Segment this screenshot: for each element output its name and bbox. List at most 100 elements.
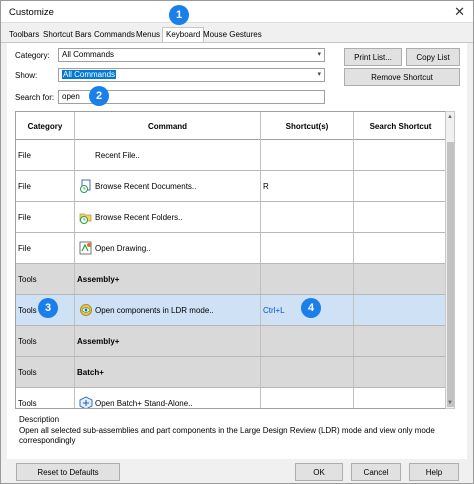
- col-shortcuts[interactable]: Shortcut(s): [261, 112, 354, 140]
- table-row-selected[interactable]: Tools Open components in LDR mode.. Ctrl…: [16, 295, 445, 326]
- recent-folders-icon: [79, 213, 92, 224]
- tab-keyboard[interactable]: Keyboard: [162, 27, 205, 43]
- description-label: Description: [19, 415, 60, 424]
- title-bar: Customize ✕: [1, 1, 473, 23]
- table-scrollbar[interactable]: ▲ ▼: [445, 111, 455, 409]
- scroll-down-icon[interactable]: ▼: [447, 400, 453, 406]
- row-command: Browse Recent Documents..: [75, 171, 261, 201]
- table-group-row[interactable]: Tools Assembly+: [16, 326, 445, 357]
- table-header: Category Command Shortcut(s) Search Shor…: [16, 112, 445, 140]
- category-select[interactable]: All Commands ▾: [58, 48, 325, 62]
- row-search-shortcut: [354, 202, 445, 232]
- col-category[interactable]: Category: [16, 112, 75, 140]
- description-text: Open all selected sub-assemblies and par…: [19, 426, 435, 445]
- open-drawing-icon: [79, 241, 92, 255]
- row-command: Open Batch+ Stand-Alone..: [75, 388, 261, 408]
- row-shortcut: [261, 264, 354, 294]
- row-shortcut[interactable]: R: [261, 171, 354, 201]
- row-search-shortcut: [354, 140, 445, 170]
- command-label: Open Batch+ Stand-Alone..: [95, 399, 193, 408]
- row-shortcut: [261, 357, 354, 387]
- category-value: All Commands: [62, 50, 115, 59]
- table-row[interactable]: File Browse Recent Folders..: [16, 202, 445, 233]
- group-label: Assembly+: [77, 337, 120, 346]
- group-label: Batch+: [77, 368, 104, 377]
- callout-badge: 3: [38, 298, 58, 318]
- table-row[interactable]: File Open Drawing..: [16, 233, 445, 264]
- row-search-shortcut: [354, 171, 445, 201]
- tab-toolbars[interactable]: Toolbars: [9, 30, 39, 39]
- row-category: Tools: [16, 326, 75, 356]
- remove-shortcut-button[interactable]: Remove Shortcut: [344, 68, 460, 86]
- table-group-row[interactable]: Tools Batch+: [16, 357, 445, 388]
- row-category: Tools: [16, 264, 75, 294]
- row-category: File: [16, 140, 75, 170]
- row-command: Open Drawing..: [75, 233, 261, 263]
- row-command: Recent File..: [75, 140, 261, 170]
- row-search-shortcut: [354, 388, 445, 408]
- scroll-up-icon[interactable]: ▲: [447, 114, 453, 120]
- row-search-shortcut: [354, 295, 445, 325]
- tab-shortcut-bars[interactable]: Shortcut Bars: [43, 30, 91, 39]
- command-label: Browse Recent Folders..: [95, 213, 183, 222]
- table-group-row[interactable]: Tools Assembly+: [16, 264, 445, 295]
- row-command: Open components in LDR mode..: [75, 295, 261, 325]
- close-icon[interactable]: ✕: [454, 4, 465, 20]
- tab-menus[interactable]: Menus: [136, 30, 160, 39]
- row-category: Tools: [16, 357, 75, 387]
- show-label: Show:: [15, 71, 38, 80]
- reset-to-defaults-button[interactable]: Reset to Defaults: [16, 463, 120, 481]
- show-select[interactable]: All Commands ▾: [58, 68, 325, 82]
- category-label: Category:: [15, 51, 50, 60]
- command-label: Browse Recent Documents..: [95, 182, 197, 191]
- col-search-shortcut[interactable]: Search Shortcut: [354, 112, 445, 140]
- command-label: Recent File..: [95, 151, 140, 160]
- row-category: File: [16, 202, 75, 232]
- group-label: Assembly+: [77, 275, 120, 284]
- help-button[interactable]: Help: [409, 463, 459, 481]
- tab-strip: Toolbars Shortcut Bars Commands Menus Ke…: [1, 27, 473, 43]
- ldr-mode-icon: [80, 304, 92, 316]
- row-category: Tools: [16, 388, 75, 408]
- batch-icon: [79, 396, 93, 408]
- table-row[interactable]: File Browse Recent Documents.. R: [16, 171, 445, 202]
- scrollbar-thumb[interactable]: [447, 142, 454, 407]
- row-search-shortcut: [354, 233, 445, 263]
- callout-badge: 2: [89, 86, 109, 106]
- dialog-footer: Reset to Defaults OK Cancel Help: [1, 459, 473, 483]
- search-label: Search for:: [15, 93, 55, 102]
- row-shortcut[interactable]: [261, 140, 354, 170]
- tab-mouse-gestures[interactable]: Mouse Gestures: [203, 30, 262, 39]
- command-label: Open components in LDR mode..: [95, 306, 214, 315]
- row-category: File: [16, 233, 75, 263]
- row-shortcut[interactable]: [261, 388, 354, 408]
- row-command: Batch+: [75, 357, 261, 387]
- row-shortcut[interactable]: [261, 233, 354, 263]
- callout-badge: 4: [301, 298, 321, 318]
- table-row[interactable]: Tools Open Batch+ Stand-Alone..: [16, 388, 445, 408]
- row-command: Browse Recent Folders..: [75, 202, 261, 232]
- col-command[interactable]: Command: [75, 112, 261, 140]
- command-label: Open Drawing..: [95, 244, 151, 253]
- row-search-shortcut: [354, 264, 445, 294]
- search-value: open: [62, 92, 80, 101]
- show-value: All Commands: [62, 70, 117, 79]
- row-category: File: [16, 171, 75, 201]
- chevron-down-icon: ▾: [317, 51, 321, 58]
- chevron-down-icon: ▾: [317, 71, 321, 78]
- copy-list-button[interactable]: Copy List: [406, 48, 460, 66]
- row-command: Assembly+: [75, 326, 261, 356]
- dialog-title: Customize: [9, 7, 54, 18]
- print-list-button[interactable]: Print List...: [344, 48, 402, 66]
- row-shortcut: [261, 326, 354, 356]
- tab-commands[interactable]: Commands: [94, 30, 135, 39]
- row-shortcut[interactable]: [261, 202, 354, 232]
- customize-dialog: Customize ✕ Toolbars Shortcut Bars Comma…: [0, 0, 474, 484]
- row-search-shortcut: [354, 357, 445, 387]
- cancel-button[interactable]: Cancel: [351, 463, 401, 481]
- row-search-shortcut: [354, 326, 445, 356]
- row-command: Assembly+: [75, 264, 261, 294]
- table-row[interactable]: File Recent File..: [16, 140, 445, 171]
- shortcut-table: Category Command Shortcut(s) Search Shor…: [15, 111, 446, 409]
- ok-button[interactable]: OK: [295, 463, 343, 481]
